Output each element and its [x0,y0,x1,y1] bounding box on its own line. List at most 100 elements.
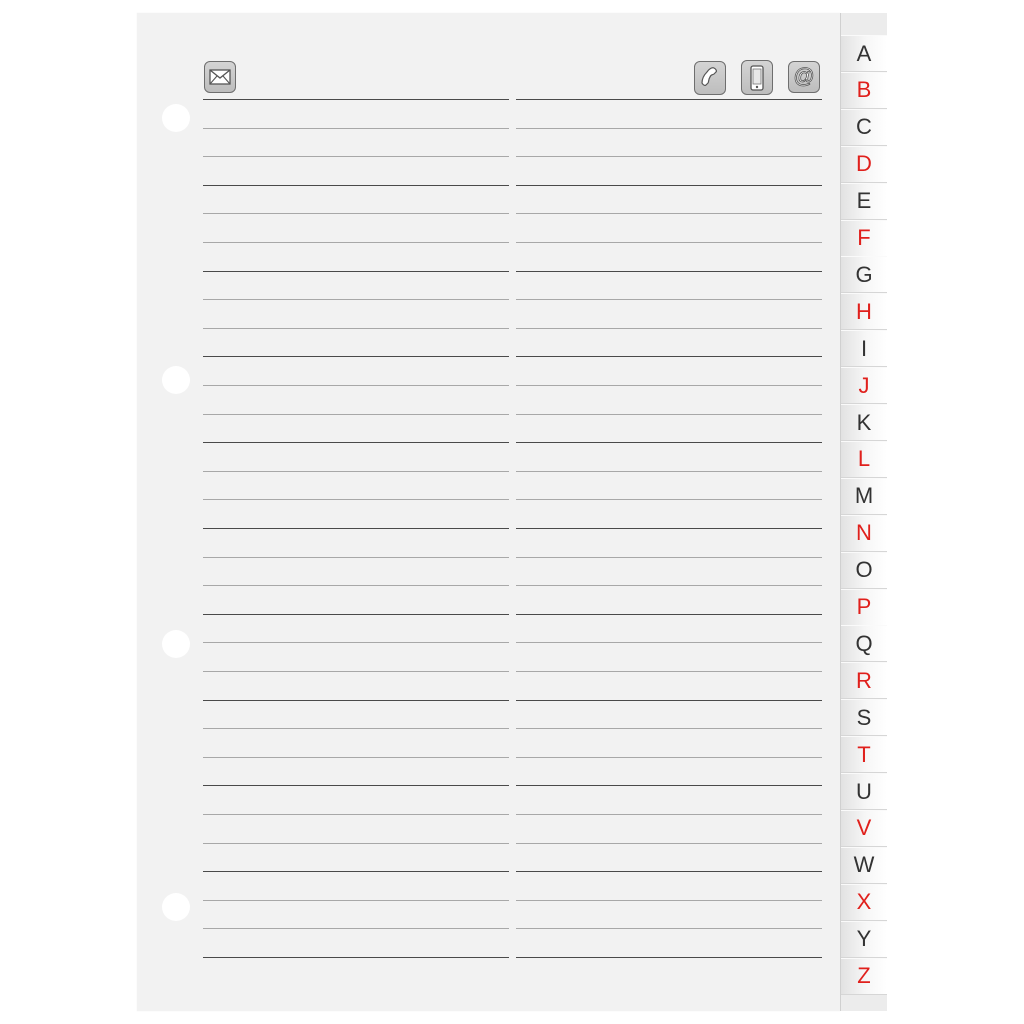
ruled-line [516,385,822,386]
index-tab-letter: I [860,335,868,361]
ruled-line [203,127,509,129]
index-tab-j[interactable]: J [841,367,887,405]
ruled-line [516,613,822,615]
punch-hole [162,630,190,658]
ruled-line [516,871,822,873]
index-tab-letter: Z [857,963,871,988]
ruled-line [516,442,822,444]
index-tab-z[interactable]: Z [841,957,887,995]
index-tab-y[interactable]: Y [841,920,887,958]
punch-hole [162,893,190,921]
index-tab-letter: O [855,557,873,583]
alphabet-index-tabs: ABCDEFGHIJKLMNOPQRSTUVWXYZ [840,13,887,1011]
ruled-line [516,499,822,501]
address-book-page: @ [137,13,840,1011]
ruled-line [516,99,822,100]
ruled-line [203,156,509,158]
phone-icon [694,61,726,95]
index-tab-letter: L [857,446,871,472]
index-tab-u[interactable]: U [841,773,887,810]
ruled-line [203,842,509,844]
ruled-line [203,184,509,186]
index-tab-x[interactable]: X [841,883,887,921]
index-tab-letter: H [856,298,872,324]
index-tab-e[interactable]: E [841,182,887,220]
ruled-line [516,957,822,958]
ruled-line [203,871,509,873]
index-tab-w[interactable]: W [841,846,887,884]
index-tab-c[interactable]: C [841,108,887,146]
index-tab-d[interactable]: D [841,145,887,183]
index-tab-letter: M [854,483,874,509]
ruled-line [203,957,509,958]
ruled-line [203,928,509,930]
ruled-line [203,470,509,472]
index-tab-m[interactable]: M [841,477,887,515]
ruled-line [516,814,822,815]
index-tab-b[interactable]: B [841,71,887,109]
envelope-icon [204,61,236,93]
ruled-line [516,299,822,301]
index-tab-t[interactable]: T [841,736,887,774]
ruled-line [203,242,509,243]
ruled-line [203,899,509,901]
ruled-line [516,642,822,644]
ruled-line [516,127,822,129]
ruled-line [203,556,509,558]
ruled-line [203,814,509,815]
index-tab-f[interactable]: F [841,219,887,257]
ruled-line [203,585,509,587]
ruled-line [203,299,509,301]
ruled-line [203,356,509,358]
ruled-line [516,156,822,158]
index-tab-g[interactable]: G [841,256,887,294]
index-tab-letter: K [856,409,872,435]
index-tab-letter: X [856,889,872,915]
ruled-line [203,413,509,415]
at-sign-icon: @ [788,61,820,93]
ruled-line [203,385,509,386]
ruled-line [203,728,509,730]
ruled-line [516,528,822,529]
ruled-line [516,413,822,415]
index-tab-letter: S [856,704,872,730]
index-tab-letter: G [855,261,873,287]
index-tab-letter: E [856,188,872,214]
ruled-line [203,785,509,787]
index-tab-letter: F [857,225,871,250]
ruled-line [516,213,822,215]
index-tab-letter: Y [856,926,872,952]
index-tab-letter: B [856,77,872,103]
index-tab-q[interactable]: Q [841,625,887,663]
index-tab-o[interactable]: O [841,551,887,589]
index-tab-letter: U [856,778,872,804]
index-tab-letter: V [856,815,872,841]
index-tab-r[interactable]: R [841,662,887,700]
index-tab-i[interactable]: I [841,330,887,368]
index-tab-l[interactable]: L [841,440,887,478]
ruled-line [516,470,822,472]
index-tab-letter: C [856,114,872,140]
mobile-phone-icon [741,60,773,95]
index-tab-h[interactable]: H [841,293,887,331]
index-tab-n[interactable]: N [841,514,887,552]
index-tab-p[interactable]: P [841,588,887,626]
index-tab-letter: J [858,372,870,398]
index-tab-k[interactable]: K [841,404,887,441]
ruled-line [516,270,822,272]
index-tab-s[interactable]: S [841,699,887,737]
index-tab-v[interactable]: V [841,809,887,847]
index-tab-letter: R [856,667,872,693]
index-tab-letter: Q [855,630,873,656]
ruled-line [203,99,509,100]
ruled-line [516,928,822,930]
ruled-line [516,785,822,787]
index-tab-letter: A [856,40,872,66]
ruled-line [203,756,509,758]
index-tab-letter: N [856,520,872,546]
ruled-line [516,356,822,358]
index-tab-a[interactable]: A [841,35,887,72]
ruled-line [203,613,509,615]
ruled-line [203,213,509,215]
ruled-line [516,899,822,901]
